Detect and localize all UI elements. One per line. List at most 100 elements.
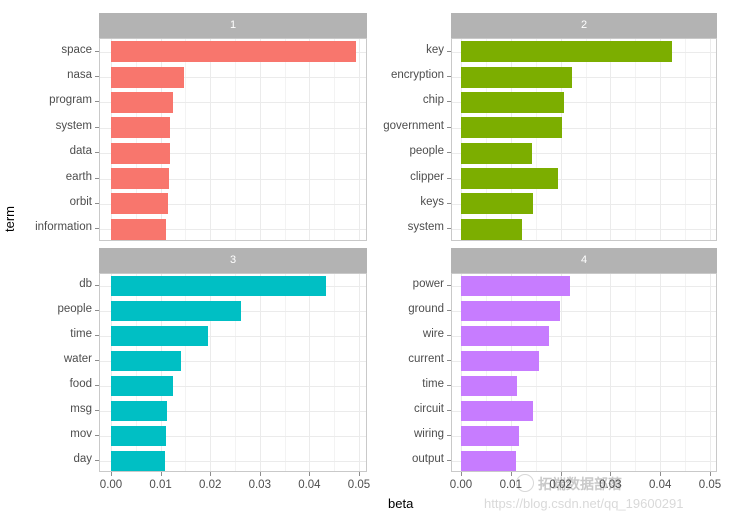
facet-strip-label: 3	[229, 254, 237, 266]
x-tick-label: 0.05	[347, 479, 371, 491]
y-tick-mark	[95, 435, 99, 436]
y-tick-mark	[447, 203, 451, 204]
bar	[111, 301, 242, 321]
x-tick-mark	[610, 472, 612, 476]
y-tick-label: time	[422, 377, 444, 390]
y-tick-label: wire	[422, 328, 444, 341]
bar	[111, 193, 169, 214]
gridline-x-major	[259, 39, 261, 240]
y-tick-mark	[447, 101, 451, 102]
y-tick-mark	[447, 127, 451, 128]
x-tick-label: 0.02	[549, 479, 572, 491]
facet-strip-1: 1	[99, 13, 367, 38]
y-tick-label: current	[408, 353, 444, 366]
gridline-x-major	[710, 39, 711, 240]
gridline-x-major	[710, 274, 711, 471]
watermark-url: https://blog.csdn.net/qq_19600291	[484, 496, 684, 511]
gridline-x-minor	[685, 274, 687, 471]
bar	[111, 117, 171, 138]
y-tick-mark	[447, 385, 451, 386]
y-tick-mark	[447, 435, 451, 436]
x-tick-mark	[560, 472, 562, 476]
bar	[461, 41, 673, 62]
y-tick-mark	[95, 178, 99, 179]
y-tick-mark	[95, 51, 99, 52]
gridline-x-major	[610, 39, 612, 240]
y-tick-label: key	[426, 43, 444, 56]
facet-panel-2: 2	[451, 13, 717, 241]
x-tick-mark	[309, 472, 311, 476]
x-tick-label: 0.00	[449, 479, 473, 491]
bar	[111, 451, 165, 471]
plot-area-1	[99, 38, 367, 241]
facet-panel-1: 1	[99, 13, 367, 241]
y-tick-label: power	[412, 278, 444, 291]
gridline-x-major	[210, 39, 212, 240]
y-tick-mark	[447, 228, 451, 229]
facet-panel-3: 3	[99, 248, 367, 472]
y-tick-mark	[447, 152, 451, 153]
bar	[461, 326, 550, 346]
x-tick-label: 0.04	[648, 479, 672, 491]
gridline-x-minor	[635, 274, 637, 471]
y-tick-mark	[447, 410, 451, 411]
facet-strip-4: 4	[451, 248, 717, 273]
gridline-x-minor	[585, 274, 587, 471]
bar	[461, 426, 520, 446]
y-tick-label: day	[73, 452, 92, 465]
x-tick-mark	[660, 472, 662, 476]
gridline-x-major	[660, 39, 662, 240]
y-tick-mark	[95, 335, 99, 336]
gridline-x-major	[610, 274, 612, 471]
bar	[111, 326, 209, 346]
gridline-x-minor	[284, 274, 286, 471]
y-tick-mark	[95, 385, 99, 386]
x-tick-mark	[210, 472, 212, 476]
facet-strip-label: 1	[229, 19, 237, 31]
bar	[111, 92, 174, 113]
bar	[461, 67, 573, 88]
x-axis-title: beta	[388, 496, 414, 511]
bar	[111, 351, 181, 371]
bar	[461, 193, 534, 214]
gridline-x-minor	[185, 39, 187, 240]
x-tick-label: 0.03	[248, 479, 271, 491]
y-tick-label: information	[35, 221, 92, 234]
y-tick-mark	[95, 310, 99, 311]
plot-area-4	[451, 273, 717, 472]
y-tick-label: msg	[70, 402, 92, 415]
gridline-x-major	[359, 39, 360, 240]
x-tick-label: 0.03	[599, 479, 622, 491]
x-tick-mark	[111, 472, 112, 476]
y-tick-mark	[447, 360, 451, 361]
y-tick-mark	[95, 410, 99, 411]
y-tick-mark	[95, 127, 99, 128]
gridline-x-minor	[585, 39, 587, 240]
bar	[111, 276, 327, 296]
y-tick-mark	[95, 76, 99, 77]
bar	[111, 67, 184, 88]
x-tick-label: 0.05	[698, 479, 722, 491]
y-tick-label: data	[69, 145, 92, 158]
y-tick-label: mov	[70, 427, 92, 440]
bar	[111, 219, 166, 240]
gridline-x-major	[259, 274, 261, 471]
gridline-x-minor	[334, 274, 336, 471]
y-tick-label: earth	[65, 170, 92, 183]
gridline-x-major	[309, 274, 311, 471]
y-tick-mark	[95, 101, 99, 102]
y-tick-mark	[447, 178, 451, 179]
bar	[111, 168, 169, 189]
bar	[461, 401, 533, 421]
y-tick-mark	[95, 460, 99, 461]
y-tick-mark	[95, 228, 99, 229]
y-tick-label: chip	[422, 94, 444, 107]
gridline-x-minor	[685, 39, 687, 240]
x-tick-label: 0.01	[499, 479, 522, 491]
bar	[461, 351, 540, 371]
y-axis-title: term	[2, 206, 17, 232]
y-tick-label: wiring	[413, 427, 444, 440]
facet-strip-3: 3	[99, 248, 367, 273]
x-tick-label: 0.01	[149, 479, 172, 491]
x-tick-mark	[259, 472, 261, 476]
